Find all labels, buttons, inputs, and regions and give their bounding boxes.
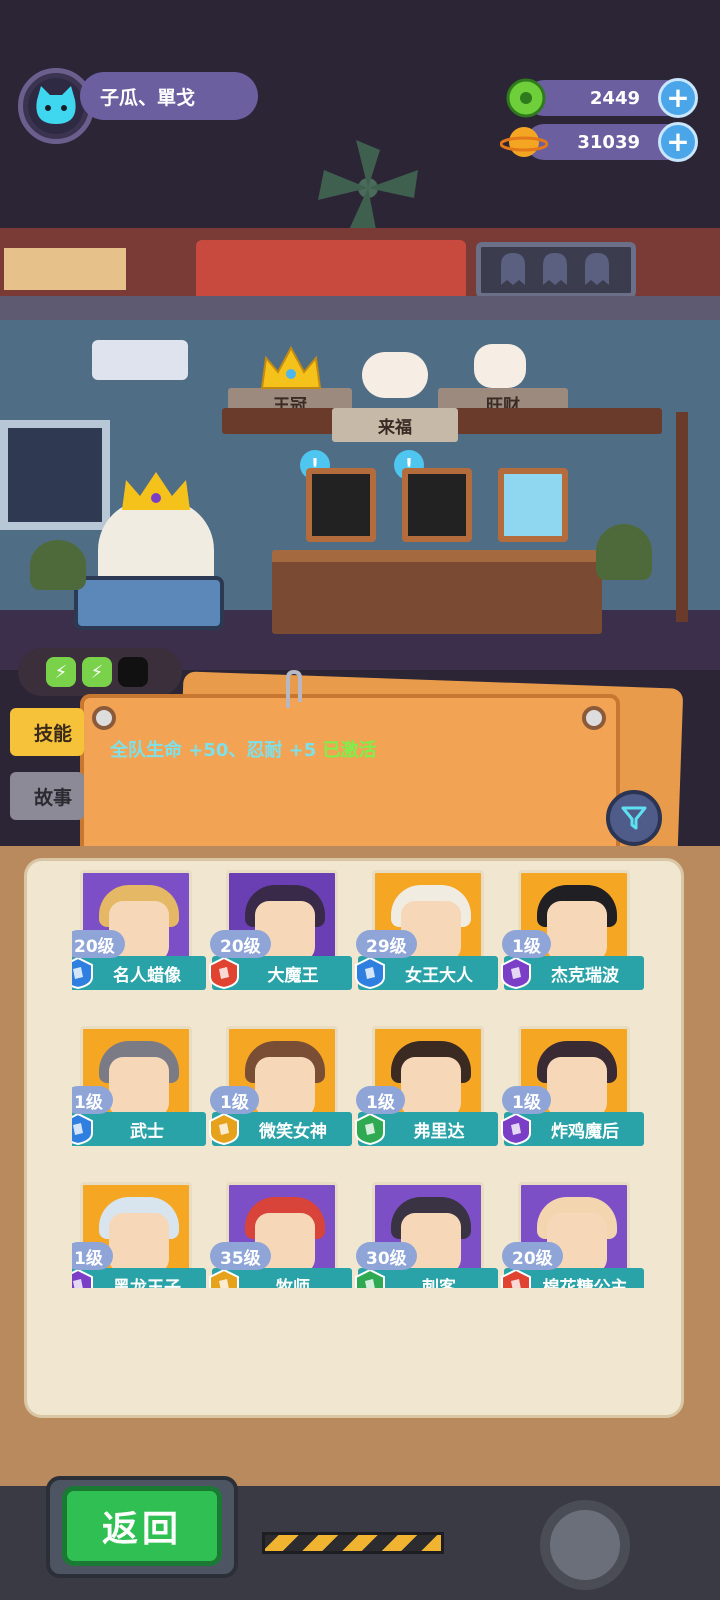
gems-counter: 2449 + bbox=[506, 78, 698, 118]
character-card[interactable]: 女王大人 29级 bbox=[355, 868, 498, 996]
pipe-wheel bbox=[540, 1500, 630, 1590]
cabinet-desk bbox=[272, 550, 602, 634]
projector-icon bbox=[92, 340, 188, 380]
sewing-machine bbox=[74, 576, 224, 630]
tab-story[interactable]: 故事 bbox=[10, 772, 84, 820]
rarity-badge-icon bbox=[72, 956, 94, 990]
plank-laifu: 来福 bbox=[332, 408, 458, 442]
character-card[interactable]: 弗里达 1级 bbox=[355, 1024, 498, 1152]
energy-bar: ⚡ ⚡ bbox=[18, 648, 182, 696]
character-level: 1级 bbox=[72, 1086, 113, 1114]
player-name[interactable]: 子瓜、單戈 bbox=[80, 72, 258, 120]
skill-effect: 全队生命 +50、忍耐 +5 bbox=[110, 740, 323, 761]
paperclip-icon bbox=[286, 669, 302, 708]
character-card[interactable]: 炸鸡魔后 1级 bbox=[501, 1024, 644, 1152]
character-card[interactable]: 武士 1级 bbox=[72, 1024, 206, 1152]
crown-icon[interactable] bbox=[258, 344, 324, 392]
plant-left-icon bbox=[30, 540, 86, 590]
rarity-badge-icon bbox=[208, 956, 240, 990]
tab-skill[interactable]: 技能 bbox=[10, 708, 84, 756]
character-level: 1级 bbox=[502, 1086, 551, 1114]
character-grid: 名人蜡像 20级 大魔王 20级 女王大人 29级 杰克瑞波 1级武士 1级 微笑女神 1级 弗里达 1… bbox=[72, 868, 648, 1288]
rarity-badge-icon bbox=[500, 956, 532, 990]
character-level: 20级 bbox=[210, 930, 271, 958]
portrait-frame-queen[interactable] bbox=[498, 468, 568, 542]
ghost-icon bbox=[501, 253, 609, 285]
character-card[interactable]: 微笑女神 1级 bbox=[209, 1024, 352, 1152]
character-card[interactable]: 杰克瑞波 1级 bbox=[501, 868, 644, 996]
character-level: 1级 bbox=[72, 1242, 113, 1270]
room-window bbox=[0, 420, 110, 530]
character-level: 1级 bbox=[502, 930, 551, 958]
character-card[interactable]: 大魔王 20级 bbox=[209, 868, 352, 996]
funnel-icon bbox=[621, 806, 647, 830]
plant-right-icon bbox=[596, 524, 652, 580]
rarity-badge-icon bbox=[354, 956, 386, 990]
energy-bolt-icon: ⚡ bbox=[46, 657, 76, 687]
character-level: 1级 bbox=[210, 1086, 259, 1114]
ceiling-rail bbox=[0, 296, 720, 320]
character-card[interactable]: 名人蜡像 20级 bbox=[72, 868, 206, 996]
portrait-frame-locked[interactable] bbox=[306, 468, 376, 542]
skill-status: 已激活 bbox=[322, 740, 377, 761]
character-level: 20级 bbox=[72, 930, 125, 958]
donut-icon bbox=[506, 78, 546, 118]
add-gems-button[interactable]: + bbox=[658, 78, 698, 118]
dog-wangcai-icon[interactable] bbox=[474, 344, 526, 388]
planet-coin-icon bbox=[500, 127, 548, 157]
character-level: 29级 bbox=[356, 930, 417, 958]
cat-face-icon bbox=[36, 86, 76, 124]
coins-counter: 31039 + bbox=[500, 122, 698, 162]
pin-icon bbox=[92, 706, 116, 730]
rarity-badge-icon bbox=[354, 1112, 386, 1146]
back-button[interactable]: 返回 bbox=[62, 1486, 222, 1566]
ceiling-fan-icon bbox=[318, 140, 418, 240]
portrait-frame-locked[interactable] bbox=[402, 468, 472, 542]
add-coins-button[interactable]: + bbox=[658, 122, 698, 162]
filter-button[interactable] bbox=[606, 790, 662, 846]
rarity-badge-icon bbox=[208, 1112, 240, 1146]
skill-description: 全队生命 +50、忍耐 +5 已激活 bbox=[110, 736, 377, 762]
rarity-badge-icon bbox=[72, 1112, 94, 1146]
rarity-badge-icon bbox=[500, 1112, 532, 1146]
energy-bolt-icon: ⚡ bbox=[82, 657, 112, 687]
pin-icon bbox=[582, 706, 606, 730]
energy-empty-slot bbox=[118, 657, 148, 687]
character-level: 1级 bbox=[356, 1086, 405, 1114]
dog-laifu-icon[interactable] bbox=[362, 352, 428, 398]
queen-crown-icon bbox=[122, 472, 190, 510]
hazard-stripe bbox=[262, 1532, 444, 1554]
coat-rack bbox=[676, 412, 688, 622]
ghost-display bbox=[476, 242, 636, 298]
page-blur-text bbox=[148, 1250, 648, 1290]
rarity-badge-icon bbox=[72, 1268, 94, 1288]
